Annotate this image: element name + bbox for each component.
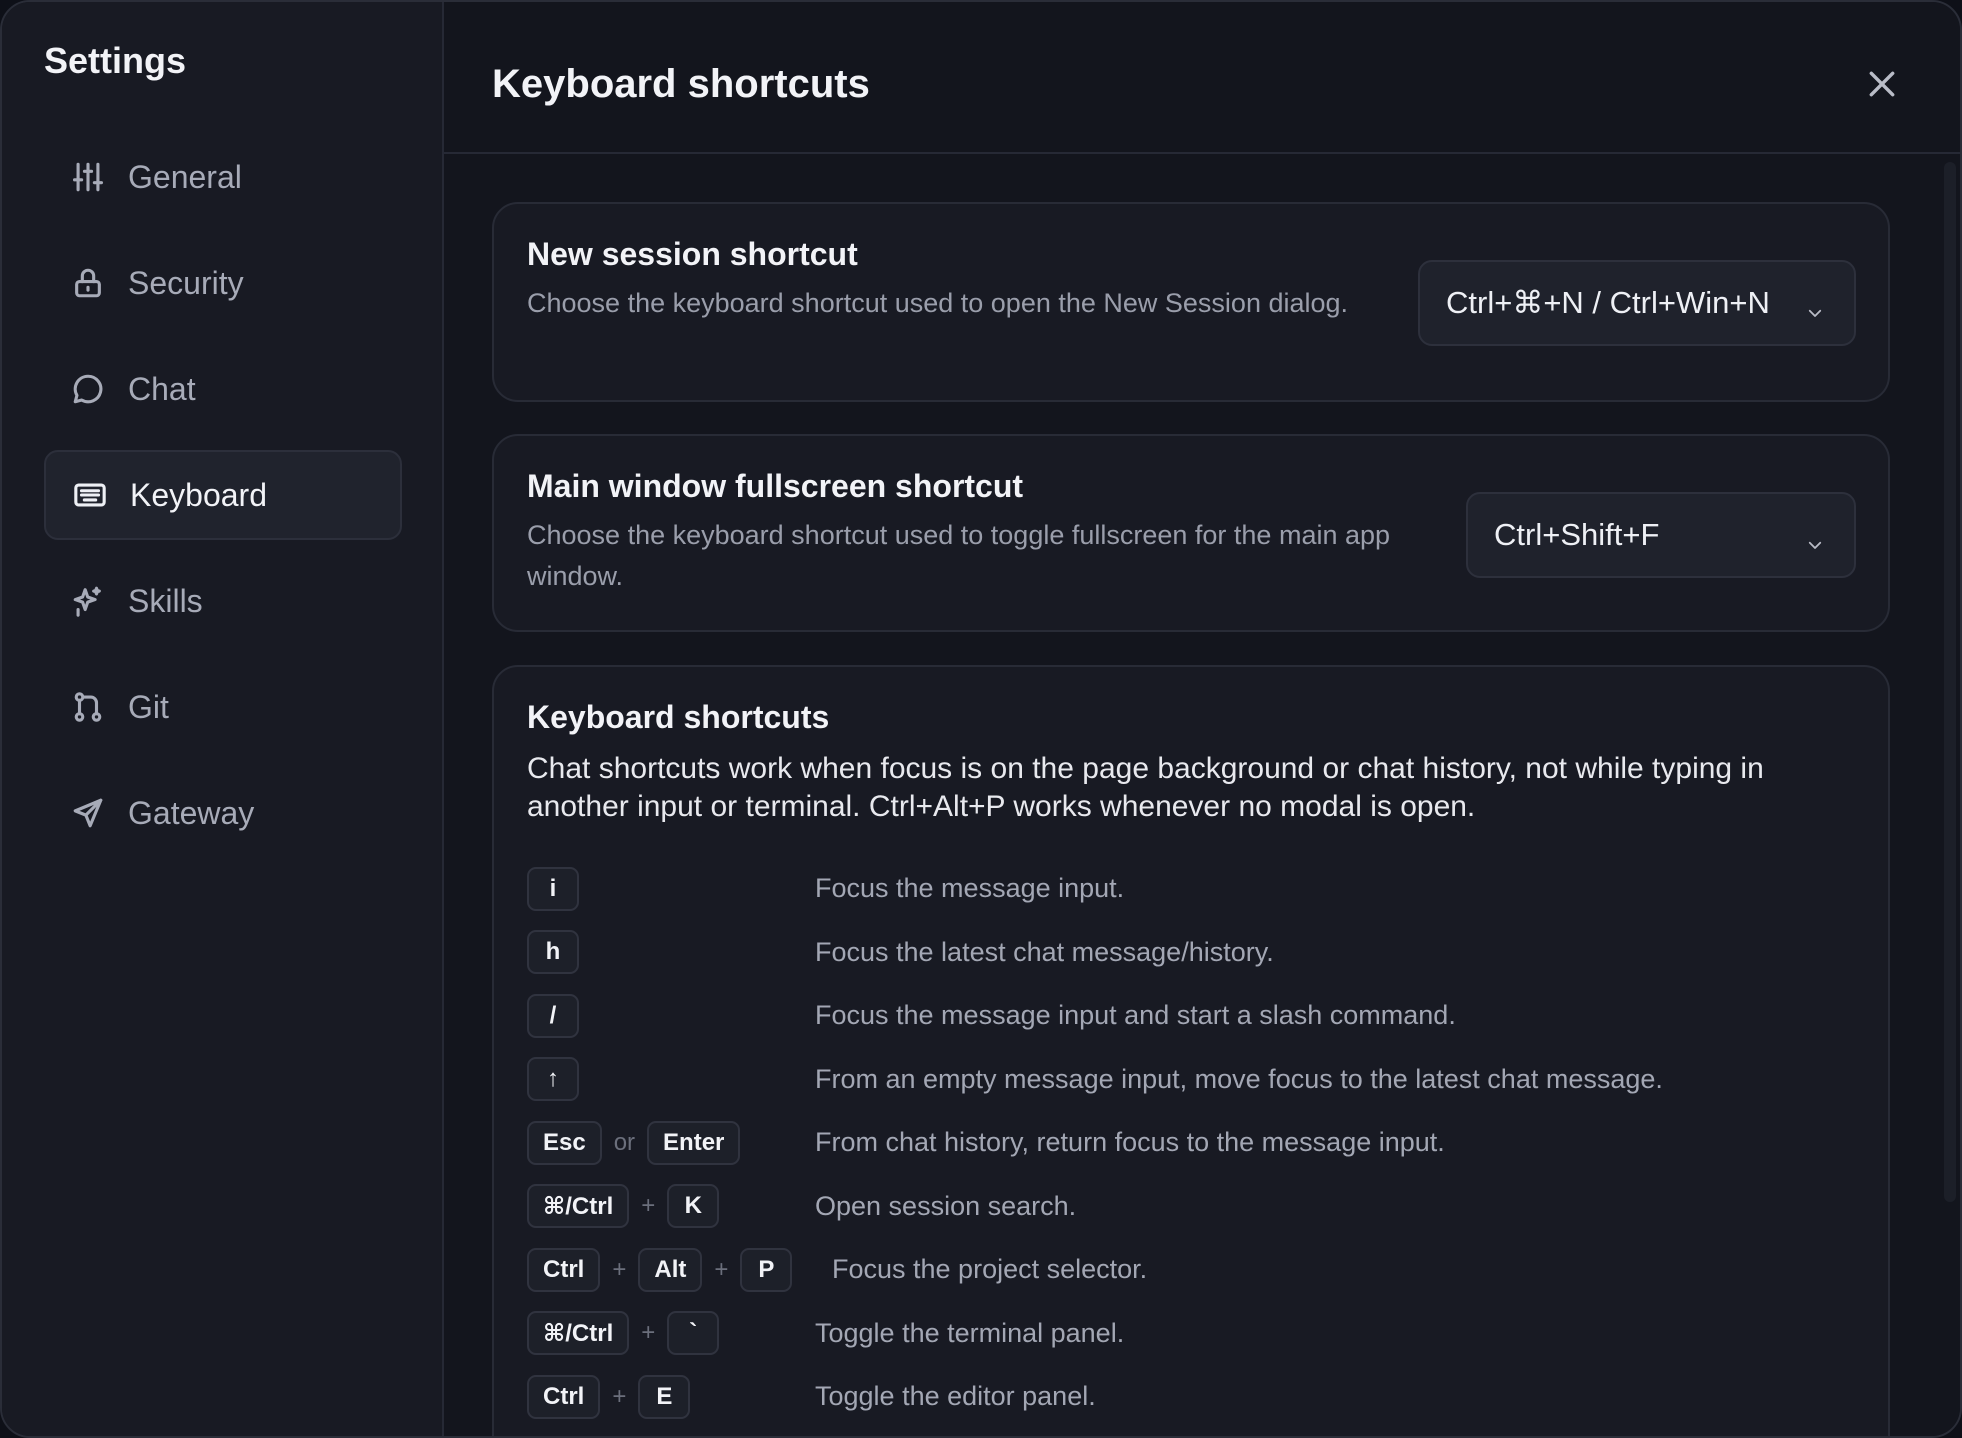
- shortcut-row: / Focus the message input and start a sl…: [527, 984, 1867, 1048]
- sidebar-item-label: Keyboard: [130, 476, 267, 513]
- shortcut-row: Ctrl + Alt + P Focus the project selecto…: [527, 1238, 1867, 1302]
- shortcut-row: Esc or Enter From chat history, return f…: [527, 1111, 1867, 1175]
- shortcut-description: Focus the latest chat message/history.: [815, 936, 1274, 967]
- scrollbar[interactable]: [1944, 162, 1956, 1202]
- settings-window: Settings General Security Chat Keyboard …: [0, 0, 1962, 1438]
- sparkle-icon: [70, 583, 106, 619]
- plus-separator: +: [714, 1255, 729, 1283]
- card-description: Choose the keyboard shortcut used to tog…: [527, 520, 1391, 591]
- plus-separator: +: [641, 1192, 656, 1220]
- shortcut-row: ↑ From an empty message input, move focu…: [527, 1048, 1867, 1112]
- card-title: New session shortcut: [527, 236, 858, 272]
- plus-separator: +: [612, 1255, 627, 1283]
- sidebar-title: Settings: [44, 40, 187, 81]
- shortcuts-header: Keyboard shortcuts Chat shortcuts work w…: [527, 699, 1867, 826]
- close-button[interactable]: [1862, 64, 1902, 104]
- key-badge: ⌘/Ctrl: [527, 1184, 630, 1229]
- key-badge: E: [638, 1374, 691, 1419]
- shortcut-keys: h: [527, 930, 815, 975]
- card-title: Main window fullscreen shortcut: [527, 468, 1024, 504]
- sidebar-item-security[interactable]: Security: [44, 238, 402, 328]
- sidebar-item-label: Security: [128, 264, 244, 301]
- fullscreen-text: Main window fullscreen shortcut Choose t…: [527, 468, 1437, 597]
- chat-bubble-icon: [70, 371, 106, 407]
- chevron-down-icon: [1806, 526, 1826, 549]
- shortcut-description: Toggle the editor panel.: [815, 1381, 1096, 1412]
- sidebar-nav: General Security Chat Keyboard Skills Gi…: [44, 132, 402, 874]
- fullscreen-shortcut-card: Main window fullscreen shortcut Choose t…: [492, 434, 1890, 632]
- sidebar-item-label: Chat: [128, 370, 196, 407]
- header: Keyboard shortcuts: [444, 2, 1960, 154]
- shortcut-keys: ↑: [527, 1057, 815, 1102]
- sidebar-item-gateway[interactable]: Gateway: [44, 768, 402, 858]
- page-title: Keyboard shortcuts: [492, 62, 870, 106]
- sidebar-item-general[interactable]: General: [44, 132, 402, 222]
- card-title: Keyboard shortcuts: [527, 699, 830, 735]
- sidebar-item-label: Git: [128, 688, 169, 725]
- card-description: Chat shortcuts work when focus is on the…: [527, 752, 1764, 823]
- shortcut-description: Focus the project selector.: [832, 1254, 1148, 1285]
- plus-separator: +: [641, 1319, 656, 1347]
- key-badge: /: [527, 993, 579, 1038]
- key-badge: Ctrl: [527, 1374, 601, 1419]
- shortcut-row: h Focus the latest chat message/history.: [527, 921, 1867, 985]
- shortcut-keys: i: [527, 866, 815, 911]
- chevron-down-icon: [1806, 294, 1826, 317]
- key-badge: ⌘/Ctrl: [527, 1311, 630, 1356]
- sidebar-item-keyboard[interactable]: Keyboard: [44, 450, 402, 540]
- key-badge: P: [740, 1247, 793, 1292]
- sidebar-item-label: Skills: [128, 582, 203, 619]
- shortcut-keys: /: [527, 993, 815, 1038]
- shortcut-keys: ⌘/Ctrl + K: [527, 1184, 815, 1229]
- shortcut-description: From chat history, return focus to the m…: [815, 1127, 1445, 1158]
- sidebar-item-label: Gateway: [128, 794, 255, 831]
- sidebar-item-chat[interactable]: Chat: [44, 344, 402, 434]
- git-branch-icon: [70, 689, 106, 725]
- fullscreen-shortcut-select[interactable]: Ctrl+Shift+F: [1466, 492, 1856, 578]
- card-description: Choose the keyboard shortcut used to ope…: [527, 288, 1349, 318]
- shortcut-keys: Ctrl + Alt + P: [527, 1247, 832, 1292]
- key-badge: `: [667, 1311, 720, 1356]
- shortcut-keys: ⌘/Ctrl + `: [527, 1311, 815, 1356]
- sliders-icon: [70, 159, 106, 195]
- new-session-shortcut-card: New session shortcut Choose the keyboard…: [492, 202, 1890, 402]
- shortcut-row: ⌘/Ctrl + K Open session search.: [527, 1175, 1867, 1239]
- shortcut-keys: Ctrl + E: [527, 1374, 815, 1419]
- select-value: Ctrl+⌘+N / Ctrl+Win+N: [1446, 285, 1770, 320]
- shortcut-description: Focus the message input.: [815, 873, 1125, 904]
- shortcut-row: i Focus the message input.: [527, 857, 1867, 921]
- shortcut-description: Focus the message input and start a slas…: [815, 1000, 1456, 1031]
- new-session-shortcut-select[interactable]: Ctrl+⌘+N / Ctrl+Win+N: [1418, 260, 1856, 346]
- keyboard-icon: [72, 477, 108, 513]
- sidebar: Settings General Security Chat Keyboard …: [2, 2, 444, 1436]
- close-icon: [1869, 71, 1895, 97]
- lock-icon: [70, 265, 106, 301]
- key-badge: Ctrl: [527, 1247, 601, 1292]
- keyboard-shortcuts-card: Keyboard shortcuts Chat shortcuts work w…: [492, 665, 1890, 1436]
- shortcut-row: ⌘/Ctrl + ` Toggle the terminal panel.: [527, 1302, 1867, 1366]
- key-badge: Enter: [647, 1120, 741, 1165]
- sidebar-item-label: General: [128, 158, 242, 195]
- sidebar-item-git[interactable]: Git: [44, 662, 402, 752]
- shortcut-description: Toggle the terminal panel.: [815, 1317, 1125, 1348]
- key-badge: h: [527, 930, 579, 975]
- send-icon: [70, 795, 106, 831]
- or-separator: or: [613, 1128, 636, 1156]
- shortcut-description: From an empty message input, move focus …: [815, 1063, 1663, 1094]
- sidebar-item-skills[interactable]: Skills: [44, 556, 402, 646]
- new-session-text: New session shortcut Choose the keyboard…: [527, 236, 1387, 324]
- shortcut-keys: Esc or Enter: [527, 1120, 815, 1165]
- main-panel: Keyboard shortcuts New session shortcut …: [444, 2, 1960, 1436]
- shortcut-row: Ctrl + E Toggle the editor panel.: [527, 1365, 1867, 1429]
- key-badge: K: [667, 1184, 720, 1229]
- arrow-up-key: ↑: [527, 1057, 579, 1102]
- key-badge: Esc: [527, 1120, 602, 1165]
- key-badge: Alt: [638, 1247, 703, 1292]
- plus-separator: +: [612, 1382, 627, 1410]
- shortcut-description: Open session search.: [815, 1190, 1077, 1221]
- shortcut-list: i Focus the message input. h Focus the l…: [527, 857, 1867, 1429]
- key-badge: i: [527, 866, 579, 911]
- select-value: Ctrl+Shift+F: [1494, 517, 1660, 552]
